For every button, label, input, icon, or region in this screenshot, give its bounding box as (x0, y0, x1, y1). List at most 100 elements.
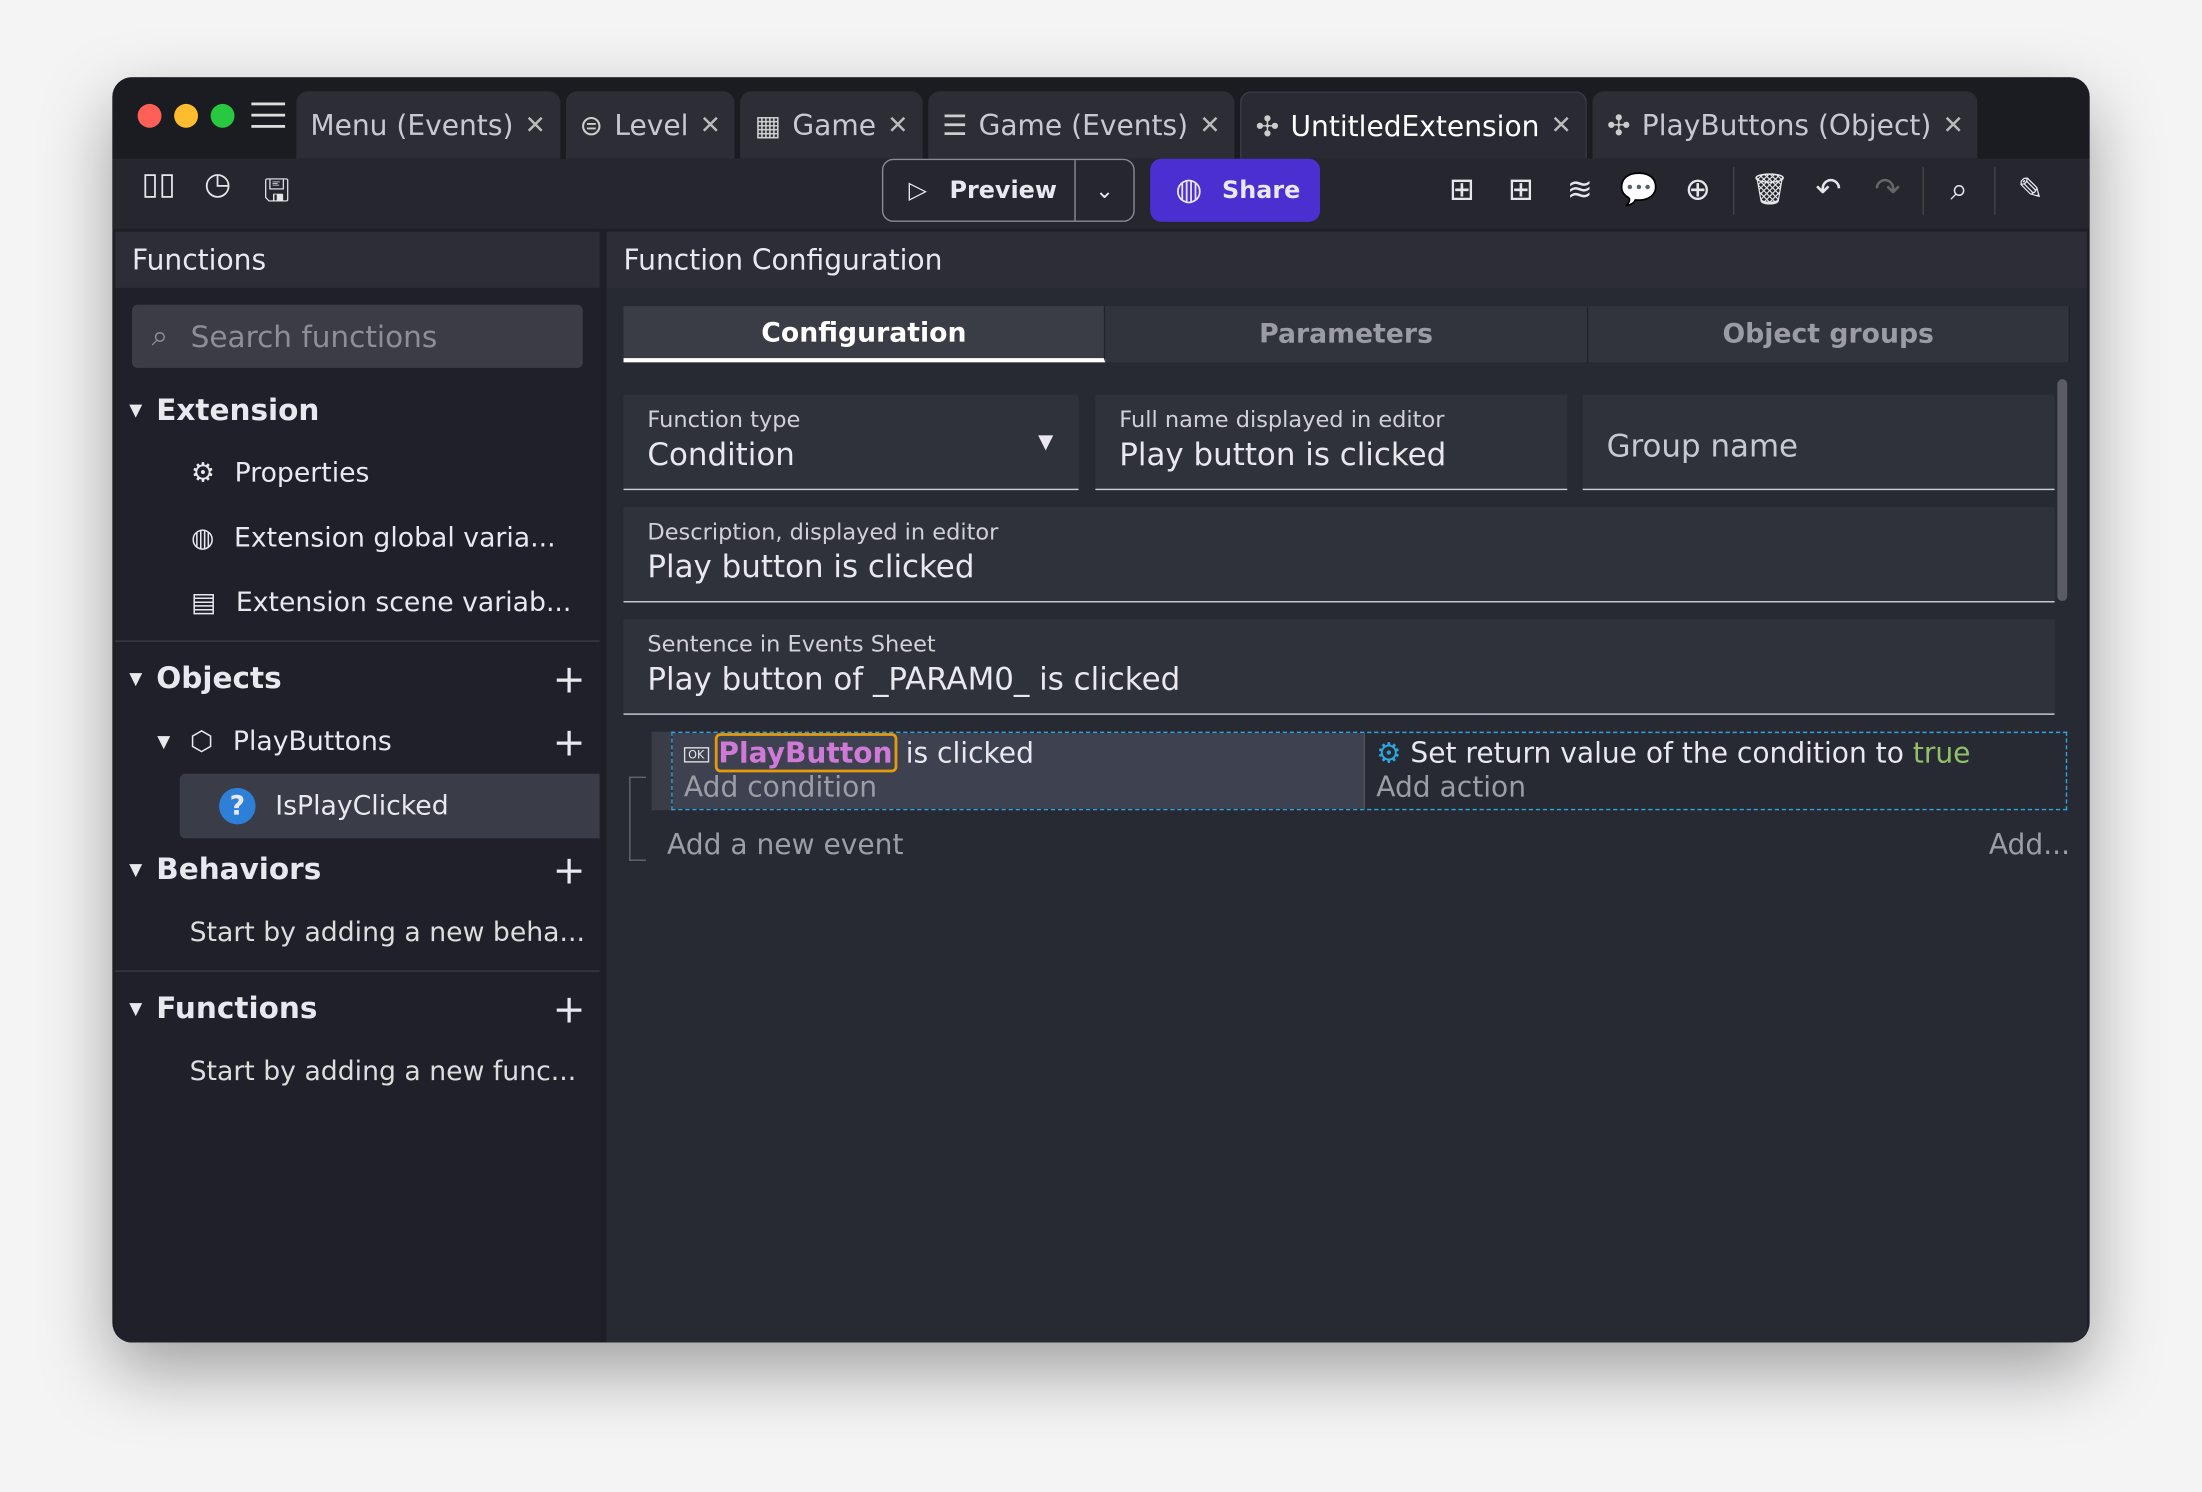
tab-playbuttons-object[interactable]: ✣ PlayButtons (Object) ✕ (1592, 91, 1978, 159)
search-placeholder: Search functions (190, 319, 438, 354)
caret-down-icon: ▼ (129, 859, 143, 880)
tab-label: Level (614, 108, 689, 142)
film-icon: ▦ (754, 108, 782, 142)
add-function-button[interactable]: + (553, 985, 586, 1031)
add-comment-icon[interactable]: 💬 (1609, 173, 1668, 208)
section-label: Behaviors (156, 852, 322, 887)
field-value: Play button is clicked (647, 550, 975, 586)
full-name-input[interactable]: Full name displayed in editor Play butto… (1095, 394, 1568, 491)
event-tools: ⊞ ⊞ ≋ 💬 ⊕ 🗑 ↶ ↷ ⌕ ✎ (1432, 159, 2060, 222)
add-event-icon[interactable]: ⊞ (1432, 173, 1491, 208)
action[interactable]: ⚙ Set return value of the condition to t… (1376, 736, 2054, 770)
share-label: Share (1222, 176, 1301, 205)
caret-down-icon: ▼ (129, 668, 143, 689)
window-controls (112, 103, 245, 159)
event-row[interactable]: OK PlayButton is clicked Add condition ⚙ … (671, 731, 2068, 811)
condition[interactable]: OK PlayButton is clicked (683, 733, 1352, 773)
item-global-variables[interactable]: ◍ Extension global varia... (115, 506, 599, 571)
tab-parameters[interactable]: Parameters (1106, 306, 1588, 363)
minimize-window-button[interactable] (174, 103, 199, 128)
tab-game-events[interactable]: ☰ Game (Events) ✕ (928, 91, 1235, 159)
divider (1994, 166, 1996, 215)
panel-title: Function Configuration (606, 231, 2087, 288)
close-icon[interactable]: ✕ (887, 110, 908, 139)
hamburger-menu-icon[interactable] (251, 102, 286, 128)
close-icon[interactable]: ✕ (1943, 110, 1964, 139)
add-circle-icon[interactable]: ⊕ (1668, 173, 1727, 208)
functions-panel: Functions ⌕ Search functions ▼ Extension ⚙… (115, 231, 600, 1343)
search-input[interactable]: ⌕ Search functions (132, 304, 583, 368)
history-icon[interactable]: ◷ (188, 167, 247, 220)
undo-icon[interactable]: ↶ (1799, 173, 1858, 208)
close-window-button[interactable] (137, 103, 162, 128)
share-button[interactable]: ◍ Share (1150, 158, 1321, 222)
field-label: Sentence in Events Sheet (647, 630, 936, 658)
add-more-button[interactable]: Add... (1989, 827, 2070, 861)
preview-options-button[interactable]: ⌄ (1074, 160, 1133, 221)
tab-game[interactable]: ▦ Game ✕ (740, 91, 923, 159)
item-label: PlayButtons (232, 726, 392, 757)
tab-menu-events[interactable]: Menu (Events) ✕ (296, 91, 560, 159)
preview-button[interactable]: ▷ Preview (883, 176, 1074, 204)
field-label: Description, displayed in editor (647, 518, 999, 545)
search-icon[interactable]: ⌕ (1930, 173, 1989, 208)
add-subevent-icon[interactable]: ⊞ (1491, 173, 1550, 208)
item-isplayclicked[interactable]: ? IsPlayClicked (179, 773, 600, 839)
item-scene-variables[interactable]: ▤ Extension scene variab... (115, 570, 599, 635)
close-icon[interactable]: ✕ (1199, 110, 1220, 139)
action-text: Set return value of the condition to (1410, 735, 1904, 770)
close-icon[interactable]: ✕ (1551, 111, 1572, 140)
object-name[interactable]: PlayButton (714, 733, 897, 773)
add-condition-button[interactable]: Add condition (684, 770, 1352, 804)
maximize-window-button[interactable] (210, 103, 235, 128)
close-icon[interactable]: ✕ (700, 110, 721, 139)
description-input[interactable]: Description, displayed in editor Play bu… (623, 506, 2055, 603)
tab-label: PlayButtons (Object) (1641, 108, 1932, 142)
sentence-input[interactable]: Sentence in Events Sheet Play button of … (623, 619, 2055, 715)
puzzle-icon: ✣ (1255, 108, 1280, 143)
add-event-button[interactable]: Add a new event (667, 827, 903, 861)
divider (1732, 166, 1735, 215)
scrollbar[interactable] (2057, 379, 2068, 602)
close-icon[interactable]: ✕ (525, 110, 546, 139)
tab-object-groups[interactable]: Object groups (1588, 306, 2070, 363)
add-action-button[interactable]: Add action (1376, 770, 2054, 804)
section-behaviors[interactable]: ▼ Behaviors + (115, 838, 599, 900)
divider (115, 640, 600, 642)
field-label: Function type (647, 405, 801, 433)
function-configuration-panel: Function Configuration Configuration Par… (606, 231, 2087, 1343)
item-label: IsPlayClicked (275, 790, 449, 822)
section-objects[interactable]: ▼ Objects + (115, 647, 599, 709)
tab-level[interactable]: ⊜ Level ✕ (565, 91, 735, 159)
add-other-icon[interactable]: ≋ (1550, 173, 1609, 208)
group-name-input[interactable]: Group name (1582, 394, 2055, 491)
edit-icon[interactable]: ✎ (2001, 173, 2060, 208)
caret-down-icon: ▼ (157, 731, 171, 752)
item-properties[interactable]: ⚙ Properties (115, 441, 599, 506)
divider (1922, 166, 1924, 215)
scene-variables-icon: ▤ (190, 587, 217, 618)
object-2d-icon: ⬡ (189, 726, 214, 757)
add-object-button[interactable]: + (553, 655, 586, 701)
save-icon[interactable]: 🖫 (247, 167, 306, 220)
section-label: Functions (156, 991, 318, 1026)
redo-icon[interactable]: ↷ (1858, 173, 1917, 208)
delete-icon[interactable]: 🗑 (1740, 173, 1799, 208)
caret-down-icon: ▼ (129, 400, 143, 420)
tab-configuration[interactable]: Configuration (623, 306, 1106, 363)
add-function-button[interactable]: + (553, 718, 586, 764)
tab-untitled-extension[interactable]: ✣ UntitledExtension ✕ (1240, 91, 1588, 159)
section-extension[interactable]: ▼ Extension (115, 379, 599, 441)
project-manager-icon[interactable]: ▯▯ (129, 167, 188, 220)
function-type-select[interactable]: Function type Condition ▼ (623, 394, 1079, 491)
dropdown-arrow-icon: ▼ (1038, 431, 1054, 454)
config-tabs: Configuration Parameters Object groups (623, 306, 2070, 363)
field-value: Play button of _PARAM0_ is clicked (647, 662, 1181, 698)
section-functions[interactable]: ▼ Functions + (115, 977, 599, 1039)
field-value: Play button is clicked (1119, 438, 1447, 474)
add-behavior-button[interactable]: + (553, 846, 586, 892)
preview-label: Preview (949, 176, 1057, 205)
item-playbuttons[interactable]: ▼ ⬡ PlayButtons + (115, 709, 599, 774)
event-handle[interactable] (651, 731, 672, 811)
caret-down-icon: ▼ (129, 998, 143, 1019)
